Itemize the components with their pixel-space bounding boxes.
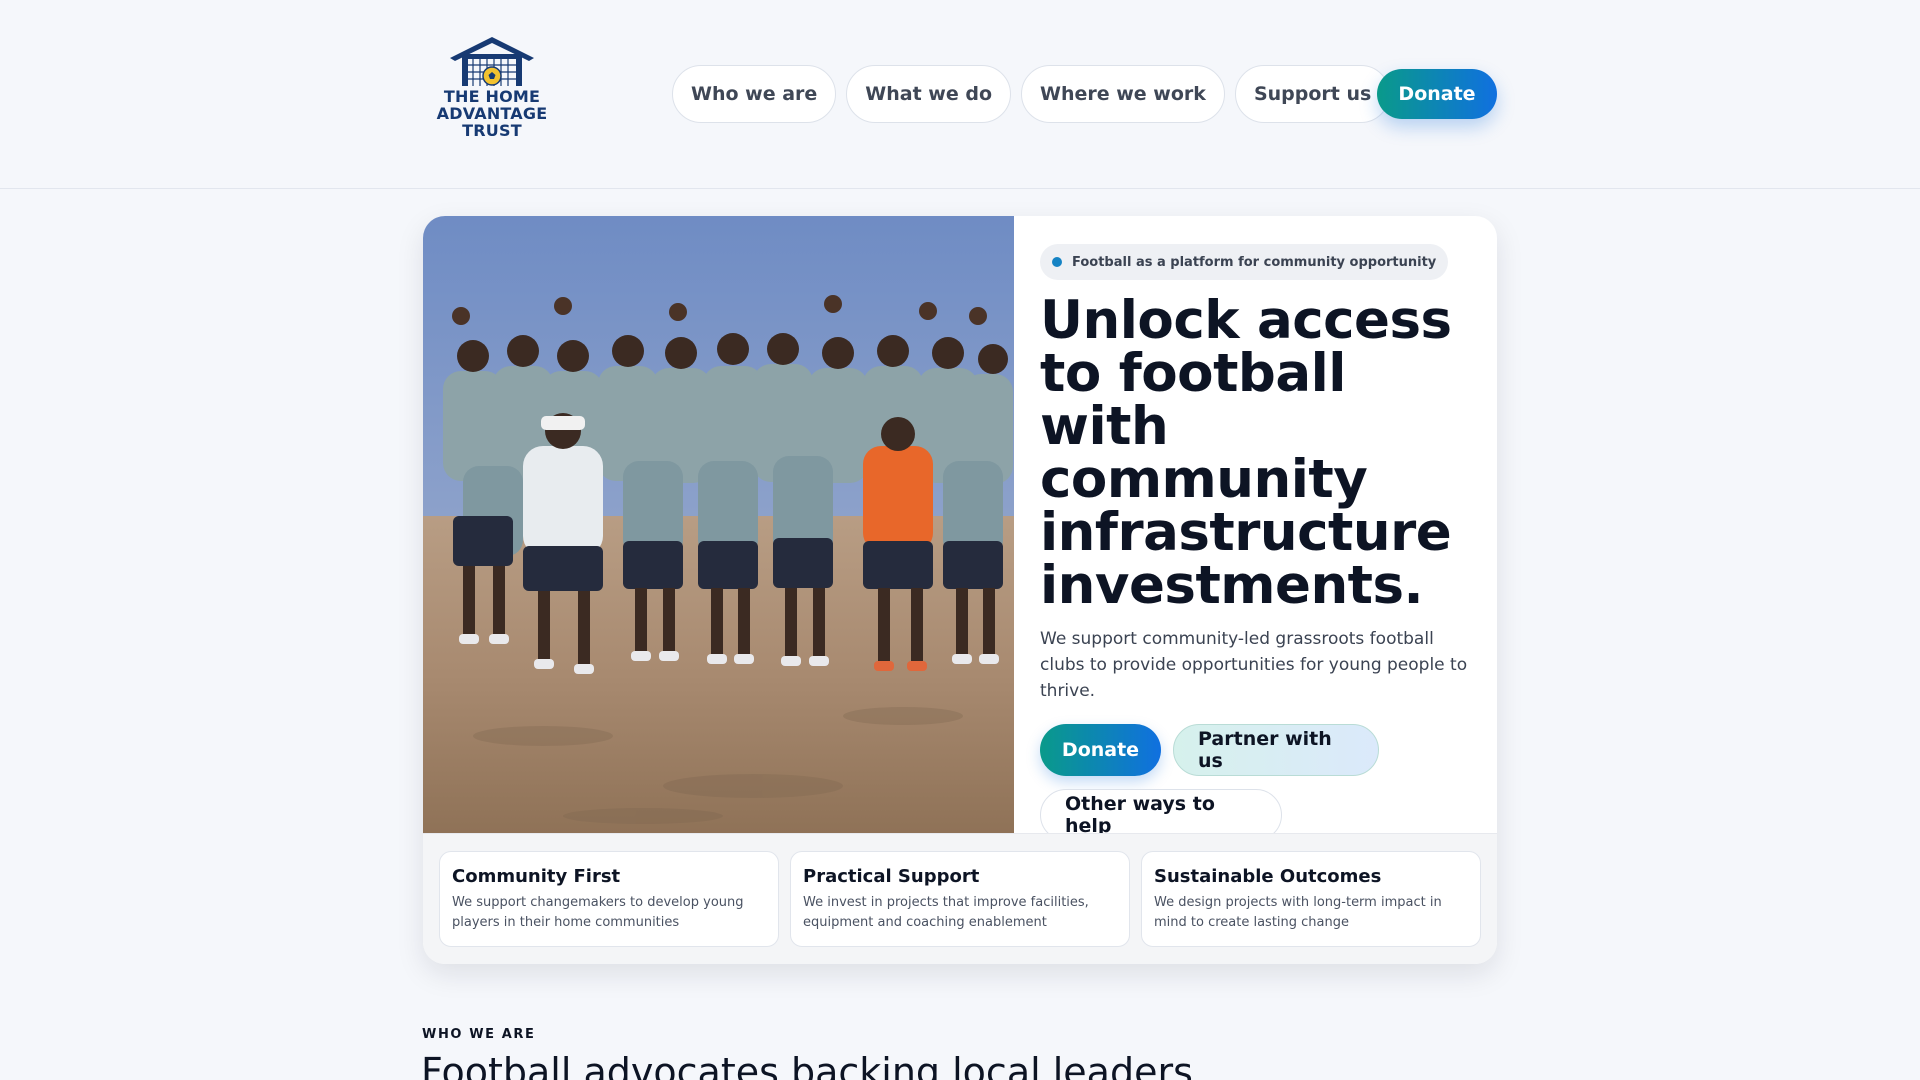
section-title: Football advocates backing local leaders [421, 1050, 1193, 1080]
hero-subtitle: We support community-led grassroots foot… [1040, 629, 1468, 701]
tagline-pill: Football as a platform for community opp… [1040, 244, 1449, 280]
hero-photo [423, 216, 1014, 833]
feature-card: Sustainable Outcomes We design projects … [1141, 851, 1481, 947]
nav-support-us[interactable]: Support us [1234, 65, 1391, 123]
logo-line: TRUST [462, 121, 522, 140]
nav-who-we-are[interactable]: Who we are [672, 65, 837, 123]
feature-description: We design projects with long-term impact… [1154, 895, 1442, 930]
site-logo[interactable]: THE HOME ADVANTAGE TRUST [436, 34, 548, 146]
hero-donate-button[interactable]: Donate [1040, 724, 1161, 776]
logo-wordmark: THE HOME ADVANTAGE TRUST [437, 88, 548, 139]
feature-strip: Community First We support changemakers … [423, 833, 1497, 964]
partner-with-us-button[interactable]: Partner with us [1173, 724, 1379, 776]
tagline-text: Football as a platform for community opp… [1072, 254, 1437, 270]
feature-card: Practical Support We invest in projects … [790, 851, 1130, 947]
logo-line: THE HOME [443, 87, 541, 106]
feature-card: Community First We support changemakers … [439, 851, 779, 947]
hero-buttons: Donate Partner with us Other ways to hel… [1040, 724, 1480, 841]
feature-title: Community First [452, 866, 621, 887]
feature-description: We support changemakers to develop young… [452, 895, 744, 930]
hero-content: Football as a platform for community opp… [1040, 244, 1480, 841]
site-header: THE HOME ADVANTAGE TRUST Who we are What… [0, 0, 1920, 189]
nav-what-we-do[interactable]: What we do [846, 65, 1012, 123]
dot-icon [1052, 257, 1062, 267]
nav-where-we-work[interactable]: Where we work [1021, 65, 1225, 123]
main-nav: Who we are What we do Where we work Supp… [672, 65, 1391, 123]
goal-house-football-icon [450, 37, 534, 86]
hero-card: Football as a platform for community opp… [423, 216, 1497, 964]
header-donate-button[interactable]: Donate [1377, 69, 1497, 119]
feature-title: Practical Support [803, 866, 980, 887]
feature-title: Sustainable Outcomes [1154, 866, 1382, 887]
hero-title: Unlock access to football with community… [1040, 290, 1452, 616]
logo-line: ADVANTAGE [436, 104, 548, 123]
section-eyebrow: WHO WE ARE [422, 1027, 536, 1042]
feature-description: We invest in projects that improve facil… [803, 895, 1089, 930]
group-photo-image [423, 216, 1014, 833]
